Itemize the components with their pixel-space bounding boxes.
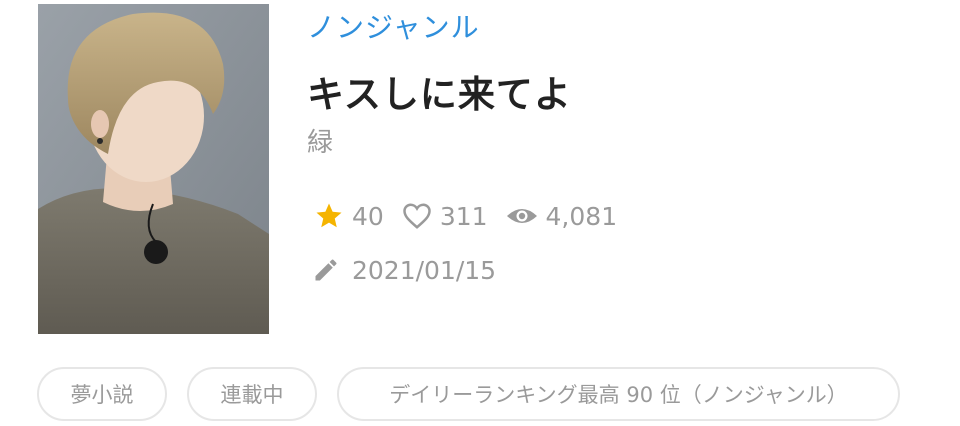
tag-list: 夢小説 連載中 デイリーランキング最高 90 位（ノンジャンル） [37,367,900,421]
eye-icon [506,204,538,228]
heart-icon [402,202,432,230]
tag-chip[interactable]: 連載中 [187,367,317,421]
genre-link[interactable]: ノンジャンル [307,6,480,46]
star-icon [314,201,344,231]
pencil-icon [312,256,340,284]
novel-title[interactable]: キスしに来てよ [307,64,572,118]
tag-chip[interactable]: 夢小説 [37,367,167,421]
views-count: 4,081 [545,201,618,231]
stat-views: 4,081 [506,201,618,231]
cover-image[interactable] [38,4,269,334]
novel-card[interactable]: ノンジャンル キスしに来てよ 緑 40 311 4,081 2021/01/15… [0,0,960,426]
stat-likes: 311 [402,202,488,231]
updated-date-row: 2021/01/15 [312,252,496,288]
stars-count: 40 [352,201,384,231]
updated-date: 2021/01/15 [352,255,497,285]
stats-row: 40 311 4,081 [314,196,635,236]
author-name[interactable]: 緑 [307,122,333,159]
likes-count: 311 [439,201,488,231]
stat-stars: 40 [314,201,384,231]
tag-chip[interactable]: デイリーランキング最高 90 位（ノンジャンル） [337,367,900,421]
